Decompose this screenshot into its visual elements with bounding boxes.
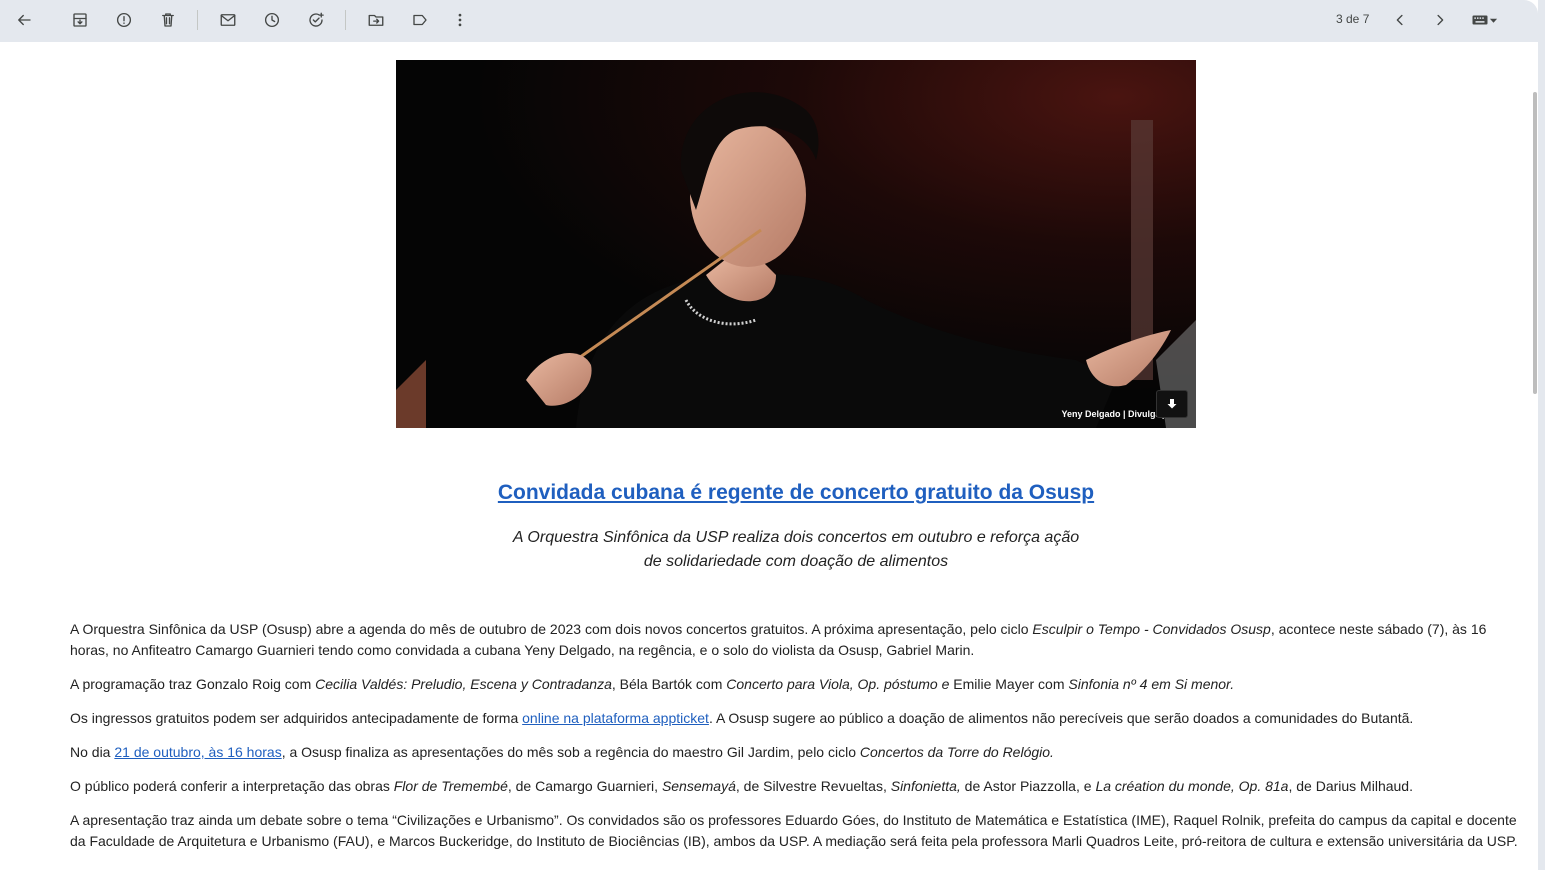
keyboard-icon bbox=[1472, 15, 1487, 25]
download-icon bbox=[1167, 399, 1177, 409]
work-title: La création du monde, Op. 81a bbox=[1095, 778, 1289, 794]
input-tools-button[interactable] bbox=[1463, 5, 1505, 35]
delete-icon bbox=[162, 13, 174, 27]
download-image-button[interactable] bbox=[1156, 390, 1188, 418]
report-spam-icon bbox=[116, 12, 132, 28]
article-headline-link[interactable]: Convidada cubana é regente de concerto g… bbox=[0, 481, 1545, 505]
text: O público poderá conferir a interpretaçã… bbox=[70, 778, 394, 794]
text: Os ingressos gratuitos podem ser adquiri… bbox=[70, 710, 523, 726]
article-subtitle: A Orquestra Sinfônica da USP realiza doi… bbox=[496, 526, 1096, 574]
older-button[interactable] bbox=[1425, 5, 1455, 35]
add-task-icon bbox=[309, 12, 324, 27]
back-arrow-icon bbox=[18, 14, 31, 26]
text: , de Darius Milhaud. bbox=[1288, 778, 1413, 794]
label-icon bbox=[413, 14, 427, 26]
move-to-button[interactable] bbox=[361, 5, 391, 35]
work-title: Flor de Tremembé bbox=[393, 778, 508, 794]
work-title: Concerto para Viola, Op. póstumo e bbox=[726, 676, 954, 692]
archive-icon bbox=[73, 13, 87, 27]
newer-button[interactable] bbox=[1385, 5, 1415, 35]
message-toolbar: 3 de 7 bbox=[0, 0, 1538, 42]
text: , a Osusp finaliza as apresentações do m… bbox=[281, 744, 860, 760]
text: de Astor Piazzolla, e bbox=[960, 778, 1096, 794]
paragraph-4: No dia 21 de outubro, às 16 horas, a Osu… bbox=[70, 742, 1522, 763]
toolbar-divider bbox=[345, 10, 346, 30]
snooze-icon bbox=[264, 12, 280, 28]
text: No dia bbox=[70, 744, 115, 760]
chevron-left-icon bbox=[1396, 14, 1403, 26]
text: A programação traz Gonzalo Roig com bbox=[70, 676, 316, 692]
work-title: Sinfonietta, bbox=[890, 778, 961, 794]
back-button[interactable] bbox=[9, 5, 39, 35]
paragraph-1: A Orquestra Sinfônica da USP (Osusp) abr… bbox=[70, 619, 1522, 661]
text: Emilie Mayer com bbox=[953, 676, 1069, 692]
mark-unread-button[interactable] bbox=[213, 5, 243, 35]
work-title: Sensemayá bbox=[661, 778, 736, 794]
scrollbar-thumb[interactable] bbox=[1533, 92, 1537, 394]
chevron-right-icon bbox=[1437, 14, 1444, 26]
archive-button[interactable] bbox=[65, 5, 95, 35]
pagination-count: 3 de 7 bbox=[1336, 12, 1370, 26]
article-body: A Orquestra Sinfônica da USP (Osusp) abr… bbox=[70, 619, 1522, 865]
window-edge bbox=[1538, 0, 1545, 870]
text: , de Silvestre Revueltas, bbox=[735, 778, 891, 794]
conductor-photo bbox=[396, 60, 1196, 428]
more-options-button[interactable] bbox=[445, 5, 475, 35]
work-title: Sinfonia nº 4 em Si menor. bbox=[1068, 676, 1235, 692]
paragraph-6: A apresentação traz ainda um debate sobr… bbox=[70, 812, 1518, 849]
series-name: Esculpir o Tempo - Convidados Osusp bbox=[1032, 621, 1271, 637]
mark-unread-icon bbox=[220, 14, 236, 26]
event-date-link[interactable]: 21 de outubro, às 16 horas bbox=[114, 744, 281, 760]
subtitle-line: A Orquestra Sinfônica da USP realiza doi… bbox=[512, 529, 1080, 546]
subtitle-line: de solidariedade com doação de alimentos bbox=[643, 553, 949, 570]
text: , Béla Bartók com bbox=[611, 676, 727, 692]
more-vert-icon bbox=[458, 13, 462, 27]
paragraph-3: Os ingressos gratuitos podem ser adquiri… bbox=[70, 708, 1522, 729]
text: A Orquestra Sinfônica da USP (Osusp) abr… bbox=[70, 621, 1033, 637]
label-button[interactable] bbox=[405, 5, 435, 35]
delete-button[interactable] bbox=[153, 5, 183, 35]
snooze-button[interactable] bbox=[257, 5, 287, 35]
move-to-icon bbox=[368, 14, 384, 26]
toolbar-divider bbox=[197, 10, 198, 30]
text: . A Osusp sugere ao público a doação de … bbox=[708, 710, 1414, 726]
series-name: Concertos da Torre do Relógio. bbox=[859, 744, 1054, 760]
report-spam-button[interactable] bbox=[109, 5, 139, 35]
dropdown-arrow-icon bbox=[1489, 18, 1497, 23]
work-title: Cecilia Valdés: Preludio, Escena y Contr… bbox=[315, 676, 612, 692]
paragraph-2: A programação traz Gonzalo Roig com Ceci… bbox=[70, 674, 1522, 695]
paragraph-5: O público poderá conferir a interpretaçã… bbox=[70, 776, 1522, 797]
text: , de Camargo Guarnieri, bbox=[507, 778, 662, 794]
add-task-button[interactable] bbox=[301, 5, 331, 35]
appticket-link[interactable]: online na plataforma appticket bbox=[522, 710, 709, 726]
hero-photo: Yeny Delgado | Divulgação bbox=[396, 60, 1196, 428]
